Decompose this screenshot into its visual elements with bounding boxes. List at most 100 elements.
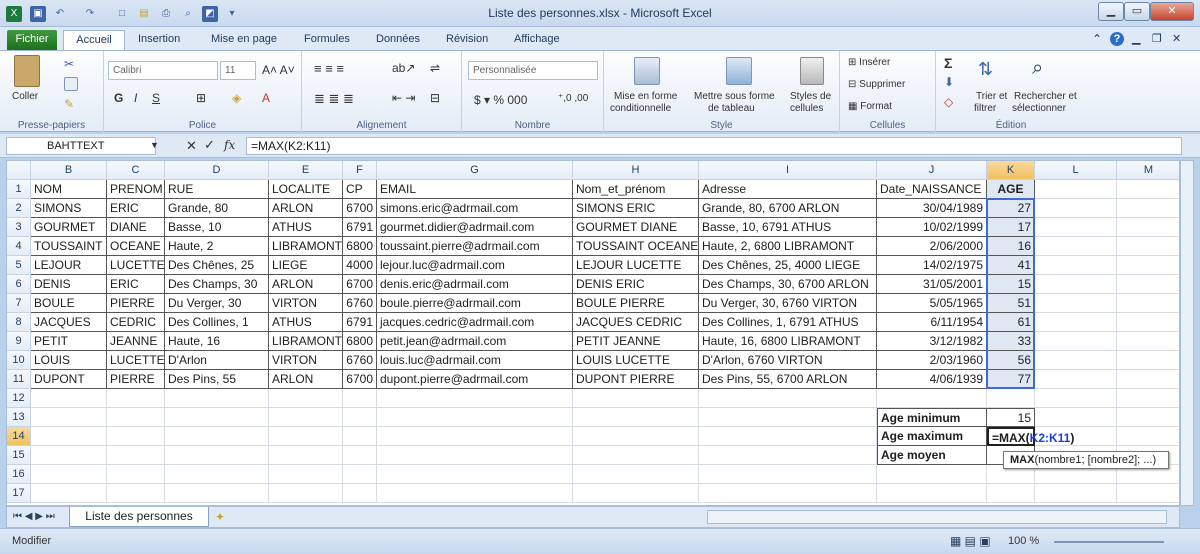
table-cell[interactable]: Haute, 16, 6800 LIBRAMONT: [699, 332, 877, 351]
cell[interactable]: [877, 465, 987, 484]
cell[interactable]: [1035, 389, 1117, 408]
cell[interactable]: [573, 446, 699, 465]
table-cell[interactable]: LEJOUR LUCETTE: [573, 256, 699, 275]
cell[interactable]: [1117, 484, 1179, 503]
cell[interactable]: [1117, 332, 1179, 351]
cell[interactable]: [699, 465, 877, 484]
cut-icon[interactable]: ✂: [64, 57, 78, 71]
table-cell[interactable]: toussaint.pierre@adrmail.com: [377, 237, 573, 256]
cell[interactable]: [699, 446, 877, 465]
cell[interactable]: [877, 484, 987, 503]
cell[interactable]: [165, 465, 269, 484]
cell[interactable]: [877, 389, 987, 408]
decimal-icon[interactable]: ⁺,0 ,00: [558, 93, 588, 104]
active-cell-editing[interactable]: =MAX(K2:K11): [987, 427, 1074, 446]
cell[interactable]: [377, 484, 573, 503]
tab-accueil[interactable]: Accueil: [63, 30, 125, 50]
table-cell[interactable]: Des Collines, 1: [165, 313, 269, 332]
table-cell[interactable]: gourmet.didier@adrmail.com: [377, 218, 573, 237]
cell[interactable]: [269, 465, 343, 484]
row-header-14[interactable]: 14: [7, 427, 31, 446]
table-cell[interactable]: Basse, 10, 6791 ATHUS: [699, 218, 877, 237]
cellules-style-label[interactable]: cellules: [790, 103, 823, 114]
cell[interactable]: [31, 427, 107, 446]
font-color-icon[interactable]: A: [262, 91, 270, 105]
cell[interactable]: [573, 484, 699, 503]
cell[interactable]: [573, 465, 699, 484]
cell[interactable]: [1035, 180, 1117, 199]
row-header-12[interactable]: 12: [7, 389, 31, 408]
cell[interactable]: [165, 408, 269, 427]
table-cell[interactable]: 6800: [343, 237, 377, 256]
table-cell[interactable]: JACQUES CEDRIC: [573, 313, 699, 332]
table-cell[interactable]: boule.pierre@adrmail.com: [377, 294, 573, 313]
table-cell[interactable]: ATHUS: [269, 313, 343, 332]
table-cell[interactable]: 2/03/1960: [877, 351, 987, 370]
table-cell[interactable]: LOUIS LUCETTE: [573, 351, 699, 370]
row-header-13[interactable]: 13: [7, 408, 31, 427]
table-cell[interactable]: Des Pins, 55, 6700 ARLON: [699, 370, 877, 389]
tab-mise-en-page[interactable]: Mise en page: [211, 30, 277, 50]
cell[interactable]: [269, 408, 343, 427]
row-header-4[interactable]: 4: [7, 237, 31, 256]
table-cell[interactable]: 61: [987, 313, 1035, 332]
maximize-button[interactable]: ▭: [1124, 2, 1150, 21]
cell[interactable]: [699, 389, 877, 408]
row-header-9[interactable]: 9: [7, 332, 31, 351]
conditionnelle-label[interactable]: conditionnelle: [610, 103, 671, 114]
table-cell[interactable]: 6700: [343, 370, 377, 389]
cell[interactable]: [377, 408, 573, 427]
cell[interactable]: [699, 408, 877, 427]
clear-icon[interactable]: ◇: [944, 95, 953, 109]
cell[interactable]: [1035, 484, 1117, 503]
row-header-16[interactable]: 16: [7, 465, 31, 484]
copy-icon[interactable]: [64, 77, 78, 91]
column-header-k[interactable]: K: [987, 161, 1035, 180]
cell[interactable]: [107, 446, 165, 465]
cell[interactable]: [343, 427, 377, 446]
cell[interactable]: [343, 446, 377, 465]
table-cell[interactable]: LEJOUR: [31, 256, 107, 275]
cell[interactable]: [987, 389, 1035, 408]
borders-icon[interactable]: ⊞: [196, 91, 206, 105]
insert-sheet-icon[interactable]: ✦: [215, 510, 225, 524]
table-cell[interactable]: 30/04/1989: [877, 199, 987, 218]
cell[interactable]: [31, 389, 107, 408]
cell[interactable]: [165, 389, 269, 408]
cell[interactable]: [1035, 332, 1117, 351]
column-header-f[interactable]: F: [343, 161, 377, 180]
table-cell[interactable]: PETIT JEANNE: [573, 332, 699, 351]
cell[interactable]: [573, 408, 699, 427]
cell[interactable]: [1035, 313, 1117, 332]
table-cell[interactable]: DUPONT: [31, 370, 107, 389]
header-cell[interactable]: Date_NAISSANCE: [877, 180, 987, 199]
table-cell[interactable]: denis.eric@adrmail.com: [377, 275, 573, 294]
mise-en-forme-label[interactable]: Mise en forme: [614, 91, 677, 102]
header-cell[interactable]: CP: [343, 180, 377, 199]
minimize-button[interactable]: ▁: [1098, 2, 1124, 21]
bold-icon[interactable]: G: [114, 91, 123, 105]
column-header-g[interactable]: G: [377, 161, 573, 180]
table-cell[interactable]: 77: [987, 370, 1035, 389]
table-cell[interactable]: ERIC: [107, 275, 165, 294]
de-tableau-label[interactable]: de tableau: [708, 103, 755, 114]
table-cell[interactable]: simons.eric@adrmail.com: [377, 199, 573, 218]
table-cell[interactable]: Grande, 80, 6700 ARLON: [699, 199, 877, 218]
zoom-slider[interactable]: [1054, 541, 1164, 543]
tab-formules[interactable]: Formules: [304, 30, 350, 50]
table-cell[interactable]: VIRTON: [269, 294, 343, 313]
table-cell[interactable]: dupont.pierre@adrmail.com: [377, 370, 573, 389]
row-header-2[interactable]: 2: [7, 199, 31, 218]
table-cell[interactable]: 6791: [343, 313, 377, 332]
table-cell[interactable]: jacques.cedric@adrmail.com: [377, 313, 573, 332]
table-cell[interactable]: Grande, 80: [165, 199, 269, 218]
table-cell[interactable]: ERIC: [107, 199, 165, 218]
header-cell[interactable]: LOCALITE: [269, 180, 343, 199]
orientation-icon[interactable]: ab↗: [392, 61, 415, 75]
view-buttons-icon[interactable]: ▦ ▤ ▣: [950, 534, 991, 548]
table-cell[interactable]: D'Arlon, 6760 VIRTON: [699, 351, 877, 370]
table-cell[interactable]: 4/06/1939: [877, 370, 987, 389]
row-header-8[interactable]: 8: [7, 313, 31, 332]
sort-filter-icon[interactable]: ⇅: [978, 59, 993, 80]
horizontal-scrollbar[interactable]: [707, 510, 1167, 524]
